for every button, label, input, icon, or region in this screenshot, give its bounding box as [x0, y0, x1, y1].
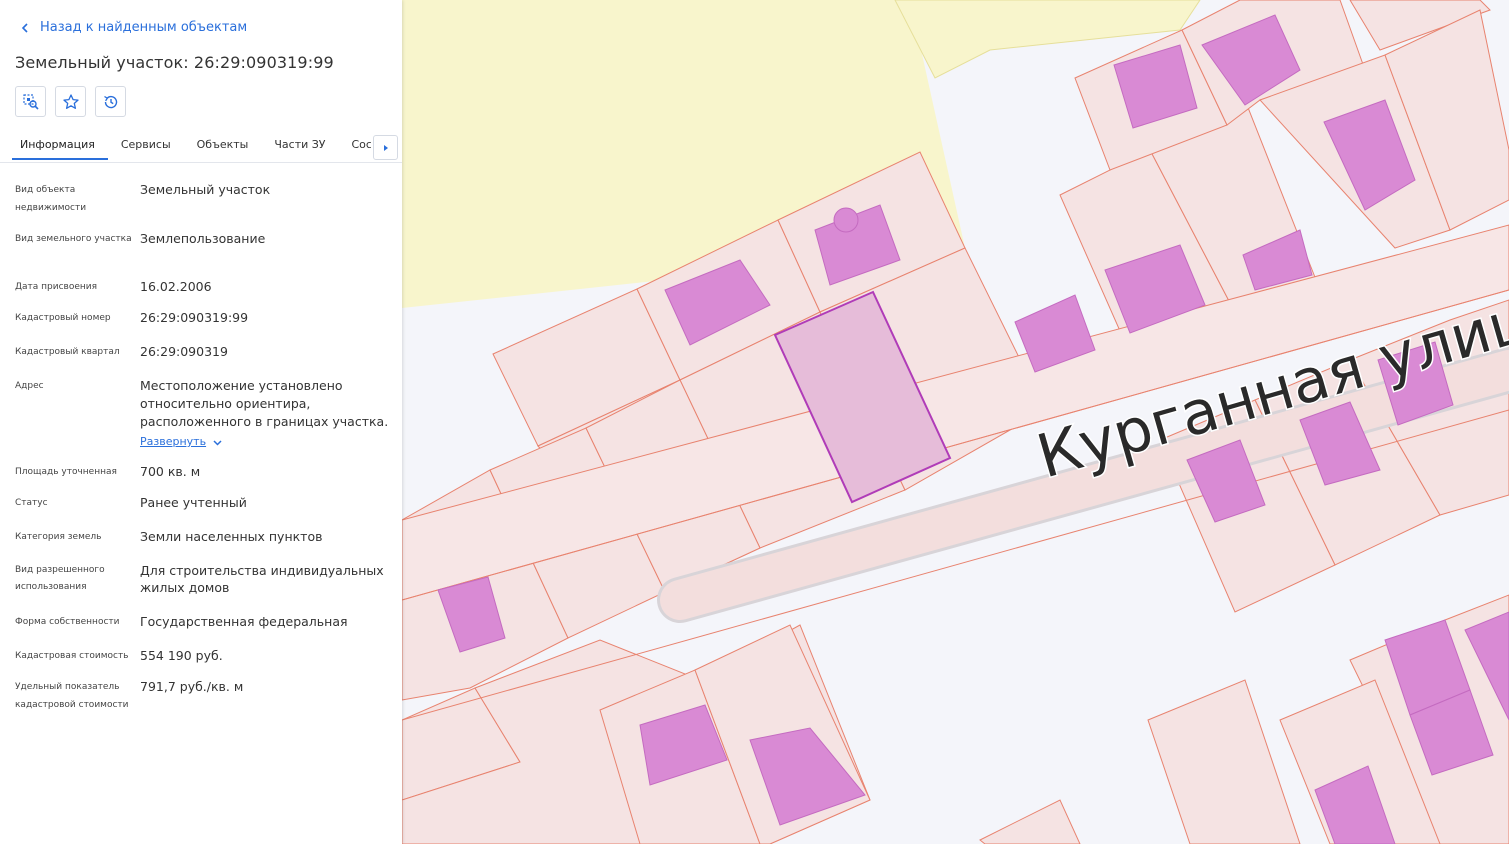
- property-value: 16.02.2006: [140, 279, 212, 294]
- info-panel: Назад к найденным объектам Земельный уча…: [0, 0, 402, 844]
- property-label: Вид земельного участка: [15, 234, 132, 244]
- address-text: Местоположение установлено относительно …: [140, 378, 389, 429]
- favorite-button[interactable]: [55, 86, 86, 117]
- property-value: Землепользование: [140, 231, 266, 246]
- property-value: Ранее учтенный: [140, 495, 247, 510]
- cadastral-map[interactable]: Курганная улица: [402, 0, 1509, 844]
- tab-information[interactable]: Информация: [9, 128, 108, 160]
- tab-parcel-parts[interactable]: Части ЗУ: [263, 128, 336, 160]
- property-value: 26:29:090319: [140, 344, 228, 359]
- chevron-left-icon: [21, 22, 28, 33]
- tab-objects[interactable]: Объекты: [186, 128, 260, 160]
- back-link-label: Назад к найденным объектам: [40, 20, 248, 35]
- action-toolbar: [15, 86, 126, 117]
- page-title: Земельный участок: 26:29:090319:99: [15, 53, 334, 72]
- property-value: 700 кв. м: [140, 464, 201, 479]
- tab-composition[interactable]: Состав Е: [341, 128, 372, 160]
- property-value: Земельный участок: [140, 182, 271, 197]
- property-label: Вид объекта недвижимости: [15, 185, 87, 213]
- property-label: Адрес: [15, 381, 44, 391]
- locate-on-map-button[interactable]: [15, 86, 46, 117]
- tab-services[interactable]: Сервисы: [110, 128, 182, 160]
- locate-area-icon: [22, 93, 39, 110]
- property-label: Вид разрешенного использования: [15, 565, 105, 592]
- property-value: 791,7 руб./кв. м: [140, 679, 244, 694]
- chevron-down-icon: [213, 439, 222, 446]
- property-label: Дата присвоения: [15, 282, 98, 292]
- tab-row: ИнформацияСервисыОбъектыЧасти ЗУСостав Е: [9, 128, 371, 162]
- property-label: Статус: [15, 498, 48, 508]
- property-value: 26:29:090319:99: [140, 310, 249, 325]
- history-button[interactable]: [95, 86, 126, 117]
- expand-link[interactable]: Развернуть: [140, 433, 223, 451]
- property-label: Кадастровый квартал: [15, 347, 120, 357]
- history-icon: [103, 95, 117, 108]
- property-value-address: Местоположение установлено относительно …: [140, 377, 390, 451]
- property-label: Удельный показатель кадастровой стоимост…: [15, 682, 129, 710]
- property-label: Кадастровая стоимость: [15, 651, 129, 661]
- property-label: Категория земель: [15, 532, 102, 542]
- property-label: Кадастровый номер: [15, 313, 111, 323]
- property-value: 554 190 руб.: [140, 648, 223, 663]
- tabs-scroll-right-button[interactable]: [373, 135, 398, 160]
- tab-bar: ИнформацияСервисыОбъектыЧасти ЗУСостав Е: [0, 128, 402, 163]
- property-label: Площадь уточненная: [15, 467, 117, 477]
- caret-right-icon: [383, 144, 388, 151]
- property-label: Форма собственности: [15, 617, 120, 627]
- property-value: Земли населенных пунктов: [140, 529, 323, 544]
- property-value: Государственная федеральная: [140, 614, 348, 629]
- back-link[interactable]: Назад к найденным объектам: [18, 20, 247, 35]
- property-value: Для строительства индивидуальных жилых д…: [140, 563, 384, 595]
- expand-link-label: Развернуть: [140, 435, 207, 448]
- map-canvas[interactable]: Курганная улица: [402, 0, 1509, 844]
- star-icon: [62, 93, 79, 109]
